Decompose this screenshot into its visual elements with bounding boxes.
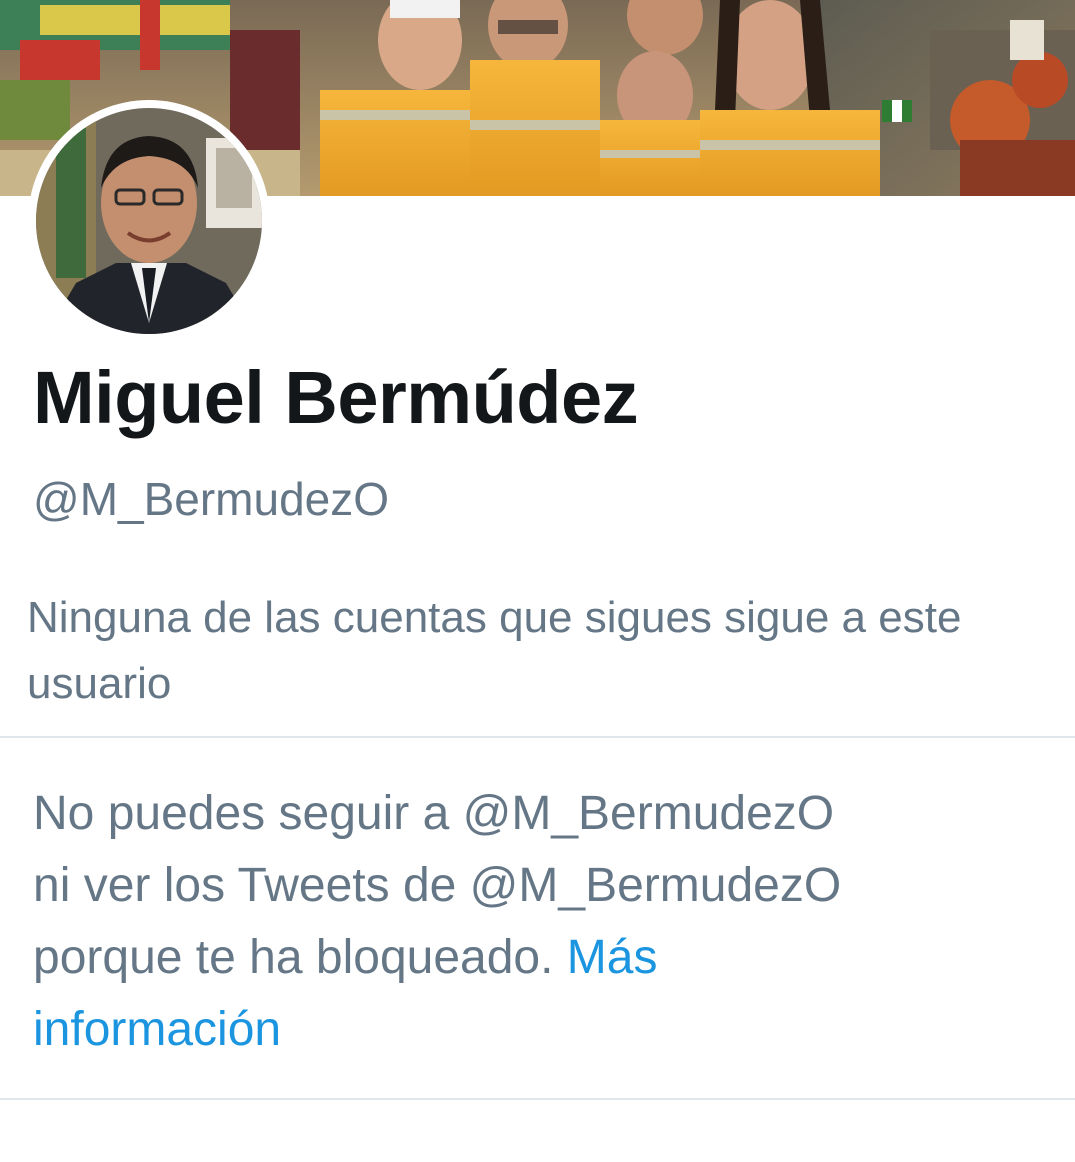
more-info-link[interactable]: Más [567,931,658,984]
more-info-link-continued[interactable]: información [33,1003,281,1056]
followers-you-know-note: Ninguna de las cuentas que sigues sigue … [27,593,962,708]
profile-handle: @M_BermudezO [33,473,390,525]
profile-photo-image [36,108,262,334]
profile-photo [36,108,262,334]
avatar[interactable] [28,100,270,342]
more-info-link-wrap: información [33,994,1043,1066]
blocked-notice-line-3: porque te ha bloqueado. [33,931,554,984]
profile-display-name: Miguel Bermúdez [33,356,639,439]
blocked-notice: No puedes seguir a @M_BermudezO ni ver l… [33,778,1043,1066]
divider [0,1098,1075,1100]
blocked-notice-line-2: ni ver los Tweets de @M_BermudezO [33,859,842,912]
blocked-notice-line-3-wrap: porque te ha bloqueado. Más [33,922,1043,994]
blocked-notice-line-1: No puedes seguir a @M_BermudezO [33,787,835,840]
divider [0,736,1075,738]
